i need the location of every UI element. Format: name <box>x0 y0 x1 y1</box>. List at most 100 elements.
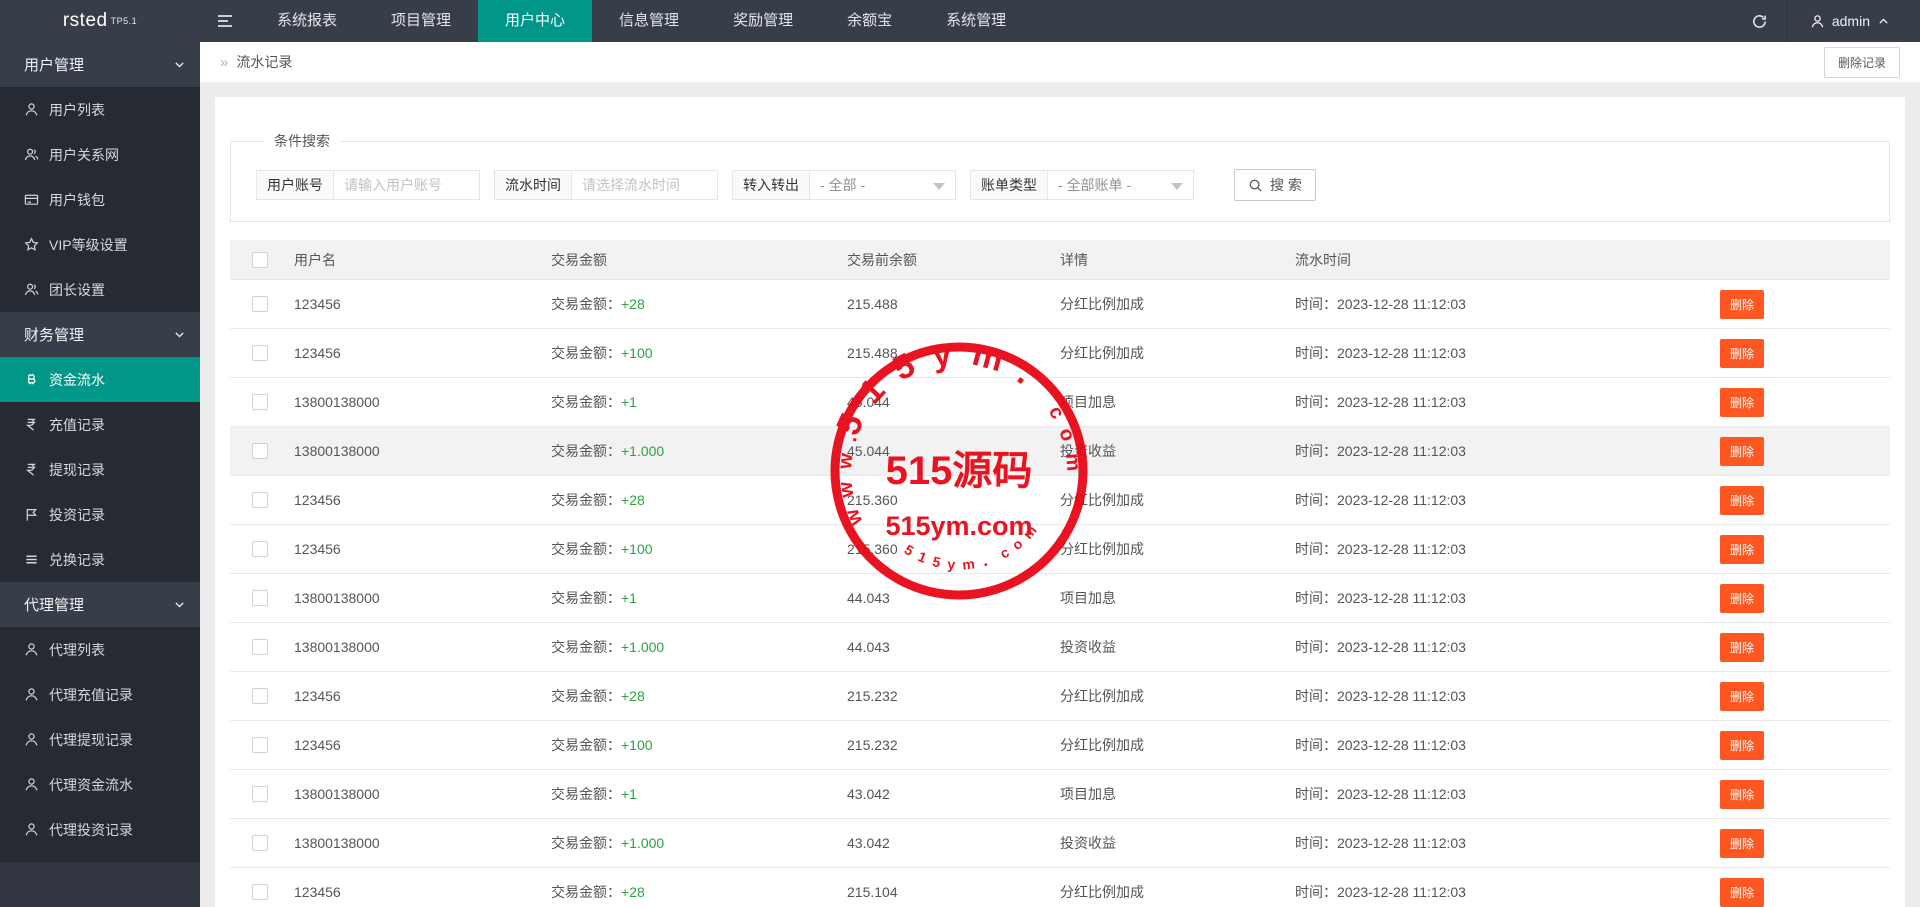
username-cell: 13800138000 <box>294 623 551 671</box>
delete-row-button[interactable]: 删除 <box>1720 633 1764 662</box>
sidebar-item-label: 充值记录 <box>49 415 105 435</box>
amount-prefix: 交易金额： <box>551 884 621 900</box>
sidebar-item[interactable]: 代理充值记录 <box>0 672 200 717</box>
sidebar-item[interactable]: 提现记录 <box>0 447 200 492</box>
chevron-down-icon <box>173 58 186 71</box>
row-checkbox[interactable] <box>252 541 268 557</box>
nav-item[interactable]: 奖励管理 <box>706 0 820 42</box>
delete-row-button[interactable]: 删除 <box>1720 339 1764 368</box>
row-checkbox[interactable] <box>252 345 268 361</box>
row-checkbox[interactable] <box>252 296 268 312</box>
row-checkbox[interactable] <box>252 835 268 851</box>
collapse-sidebar-icon[interactable] <box>200 0 250 42</box>
amount-cell: 交易金额：+100 <box>551 721 847 769</box>
row-checkbox[interactable] <box>252 786 268 802</box>
sidebar-item[interactable]: 代理提现记录 <box>0 717 200 762</box>
row-checkbox-cell <box>230 378 294 426</box>
sidebar-item[interactable]: 用户钱包 <box>0 177 200 222</box>
action-cell: 删除 <box>1700 329 1875 377</box>
row-checkbox[interactable] <box>252 492 268 508</box>
sidebar-item[interactable]: 充值记录 <box>0 402 200 447</box>
delete-row-button[interactable]: 删除 <box>1720 731 1764 760</box>
sidebar-item[interactable]: 代理投资记录 <box>0 807 200 852</box>
sidebar-item[interactable]: 投资记录 <box>0 492 200 537</box>
delete-row-button[interactable]: 删除 <box>1720 290 1764 319</box>
search-button[interactable]: 搜 索 <box>1234 169 1316 201</box>
delete-row-button[interactable]: 删除 <box>1720 829 1764 858</box>
row-checkbox[interactable] <box>252 394 268 410</box>
sidebar-item[interactable]: 团长设置 <box>0 267 200 312</box>
nav-item[interactable]: 系统管理 <box>919 0 1033 42</box>
sidebar-item[interactable]: 用户列表 <box>0 87 200 132</box>
sidebar: 用户管理用户列表用户关系网用户钱包 VIP等级设置团长设置财务管理资金流水充值记录… <box>0 42 200 907</box>
sidebar-item[interactable]: 兑换记录 <box>0 537 200 582</box>
delete-row-button[interactable]: 删除 <box>1720 535 1764 564</box>
delete-row-button[interactable]: 删除 <box>1720 878 1764 907</box>
delete-row-button[interactable]: 删除 <box>1720 682 1764 711</box>
row-checkbox[interactable] <box>252 590 268 606</box>
amount-prefix: 交易金额： <box>551 590 621 606</box>
delete-row-button[interactable]: 删除 <box>1720 486 1764 515</box>
amount-cell: 交易金额：+1.000 <box>551 427 847 475</box>
row-checkbox[interactable] <box>252 688 268 704</box>
sidebar-item-label: 投资记录 <box>49 505 105 525</box>
select-dropdown[interactable]: - 全部 - <box>809 170 956 200</box>
amount-cell: 交易金额：+100 <box>551 329 847 377</box>
amount-value: +1.000 <box>621 835 664 851</box>
select-dropdown[interactable]: - 全部账单 - <box>1047 170 1194 200</box>
delete-row-button[interactable]: 删除 <box>1720 388 1764 417</box>
table-header-cell: 交易金额 <box>551 240 847 279</box>
user-icon <box>1810 14 1825 29</box>
row-checkbox[interactable] <box>252 737 268 753</box>
search-input[interactable] <box>333 170 480 200</box>
refresh-icon[interactable] <box>1733 0 1787 42</box>
sidebar-item[interactable]: 资金流水 <box>0 357 200 402</box>
row-checkbox[interactable] <box>252 639 268 655</box>
amount-cell: 交易金额：+1.000 <box>551 623 847 671</box>
balance-cell: 215.104 <box>847 868 1060 907</box>
sidebar-section-header[interactable]: 用户管理 <box>0 42 200 87</box>
nav-item[interactable]: 余额宝 <box>820 0 919 42</box>
search-input[interactable] <box>571 170 718 200</box>
amount-prefix: 交易金额： <box>551 296 621 312</box>
row-checkbox-cell <box>230 476 294 524</box>
sidebar-item-label: 用户钱包 <box>49 190 105 210</box>
search-form: 用户账号流水时间转入转出- 全部 -账单类型- 全部账单 - 搜 索 <box>256 169 1874 201</box>
row-checkbox-cell <box>230 525 294 573</box>
row-checkbox[interactable] <box>252 884 268 900</box>
amount-prefix: 交易金额： <box>551 786 621 802</box>
nav-item[interactable]: 项目管理 <box>364 0 478 42</box>
nav-item[interactable]: 用户中心 <box>478 0 592 42</box>
sidebar-item-label: VIP等级设置 <box>49 235 128 255</box>
user-icon <box>24 822 40 838</box>
action-cell: 删除 <box>1700 476 1875 524</box>
delete-row-button[interactable]: 删除 <box>1720 437 1764 466</box>
action-cell: 删除 <box>1700 280 1875 328</box>
sidebar-item[interactable]: VIP等级设置 <box>0 222 200 267</box>
delete-row-button[interactable]: 删除 <box>1720 584 1764 613</box>
sidebar-item[interactable]: 代理列表 <box>0 627 200 672</box>
sidebar-item[interactable]: 用户关系网 <box>0 132 200 177</box>
delete-records-button[interactable]: 删除记录 <box>1824 47 1900 78</box>
nav-item[interactable]: 系统报表 <box>250 0 364 42</box>
amount-value: +28 <box>621 884 645 900</box>
sidebar-item[interactable]: 代理资金流水 <box>0 762 200 807</box>
rupee-icon <box>24 417 40 433</box>
action-cell: 删除 <box>1700 525 1875 573</box>
select-all-checkbox[interactable] <box>252 252 268 268</box>
flag-icon <box>24 507 40 523</box>
amount-cell: 交易金额：+1 <box>551 770 847 818</box>
search-field-group: 转入转出- 全部 - <box>732 170 956 200</box>
row-checkbox[interactable] <box>252 443 268 459</box>
row-checkbox-cell <box>230 280 294 328</box>
nav-item[interactable]: 信息管理 <box>592 0 706 42</box>
sidebar-section-header[interactable]: 财务管理 <box>0 312 200 357</box>
username-cell: 13800138000 <box>294 819 551 867</box>
records-table: 用户名交易金额交易前余额详情流水时间 123456交易金额：+28215.488… <box>230 240 1890 907</box>
delete-row-button[interactable]: 删除 <box>1720 780 1764 809</box>
detail-cell: 项目加息 <box>1060 378 1295 426</box>
sidebar-section-header[interactable]: 代理管理 <box>0 582 200 627</box>
amount-value: +28 <box>621 688 645 704</box>
sidebar-section-label: 财务管理 <box>24 324 84 345</box>
user-menu[interactable]: admin <box>1787 0 1920 42</box>
